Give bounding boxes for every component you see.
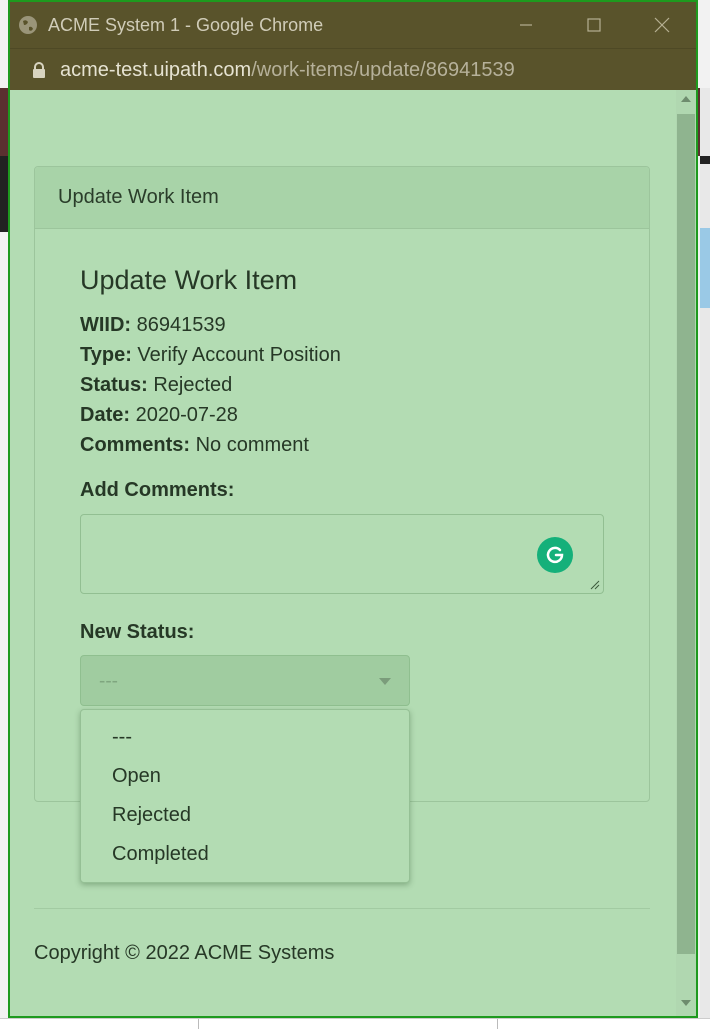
status-dropdown-menu: --- Open Rejected Completed: [80, 709, 410, 883]
scrollbar-thumb[interactable]: [677, 114, 695, 954]
status-option-none[interactable]: ---: [112, 726, 132, 749]
address-bar[interactable]: acme-test.uipath.com/work-items/update/8…: [10, 48, 696, 91]
status-option-completed[interactable]: Completed: [112, 843, 209, 866]
card-header: Update Work Item: [35, 167, 649, 229]
wiid-label: WIID:: [80, 314, 132, 336]
status-value: Rejected: [153, 374, 233, 396]
status-label: Status:: [80, 374, 148, 396]
add-comments-label: Add Comments:: [80, 479, 235, 501]
minimize-icon: [520, 24, 532, 26]
status-select[interactable]: ---: [80, 655, 410, 706]
comments-label: Comments:: [80, 434, 191, 456]
url-text: acme-test.uipath.com/work-items/update/8…: [60, 59, 515, 82]
grammarly-icon: [546, 546, 564, 564]
page-title: Update Work Item: [80, 265, 298, 295]
date-value: 2020-07-28: [135, 404, 238, 426]
minimize-button[interactable]: [492, 2, 560, 48]
footer-copyright: Copyright © 2022 ACME Systems: [34, 942, 335, 964]
window-title: ACME System 1 - Google Chrome: [48, 14, 324, 35]
resize-handle-icon[interactable]: [590, 580, 600, 590]
comments-row: Comments: No comment: [80, 434, 309, 457]
update-work-item-card: Update Work Item Update Work Item WIID: …: [34, 166, 650, 802]
scroll-up-icon[interactable]: [681, 96, 691, 102]
type-label: Type:: [80, 344, 132, 366]
status-select-value: ---: [99, 671, 118, 692]
maximize-icon: [587, 18, 601, 32]
wiid-row: WIID: 86941539: [80, 314, 226, 337]
globe-icon: [19, 16, 37, 34]
scroll-down-icon[interactable]: [681, 1000, 691, 1006]
close-icon: [654, 17, 670, 33]
new-status-label: New Status:: [80, 621, 195, 643]
maximize-button[interactable]: [560, 2, 628, 48]
background-app-edge: [700, 88, 710, 1028]
page-content: Update Work Item Update Work Item WIID: …: [10, 90, 676, 1016]
status-option-open[interactable]: Open: [112, 765, 161, 788]
status-row: Status: Rejected: [80, 374, 232, 397]
title-bar: ACME System 1 - Google Chrome: [10, 2, 696, 48]
background-app-bottom: [0, 1018, 710, 1029]
date-row: Date: 2020-07-28: [80, 404, 238, 427]
type-row: Type: Verify Account Position: [80, 344, 341, 367]
close-button[interactable]: [628, 2, 696, 48]
popup-window: ACME System 1 - Google Chrome acme-test.…: [8, 0, 698, 1018]
comments-value: No comment: [195, 434, 309, 456]
type-value: Verify Account Position: [137, 344, 341, 366]
status-option-rejected[interactable]: Rejected: [112, 804, 191, 827]
url-host: acme-test.uipath.com: [60, 58, 252, 81]
footer-divider: [34, 908, 650, 909]
date-label: Date:: [80, 404, 131, 426]
grammarly-button[interactable]: [537, 537, 573, 573]
chevron-down-icon: [379, 678, 391, 685]
vertical-scrollbar[interactable]: [676, 90, 696, 1016]
comments-textarea[interactable]: [80, 514, 604, 594]
url-path: /work-items/update/86941539: [251, 58, 515, 81]
lock-icon: [33, 62, 45, 78]
wiid-value: 86941539: [136, 314, 226, 336]
